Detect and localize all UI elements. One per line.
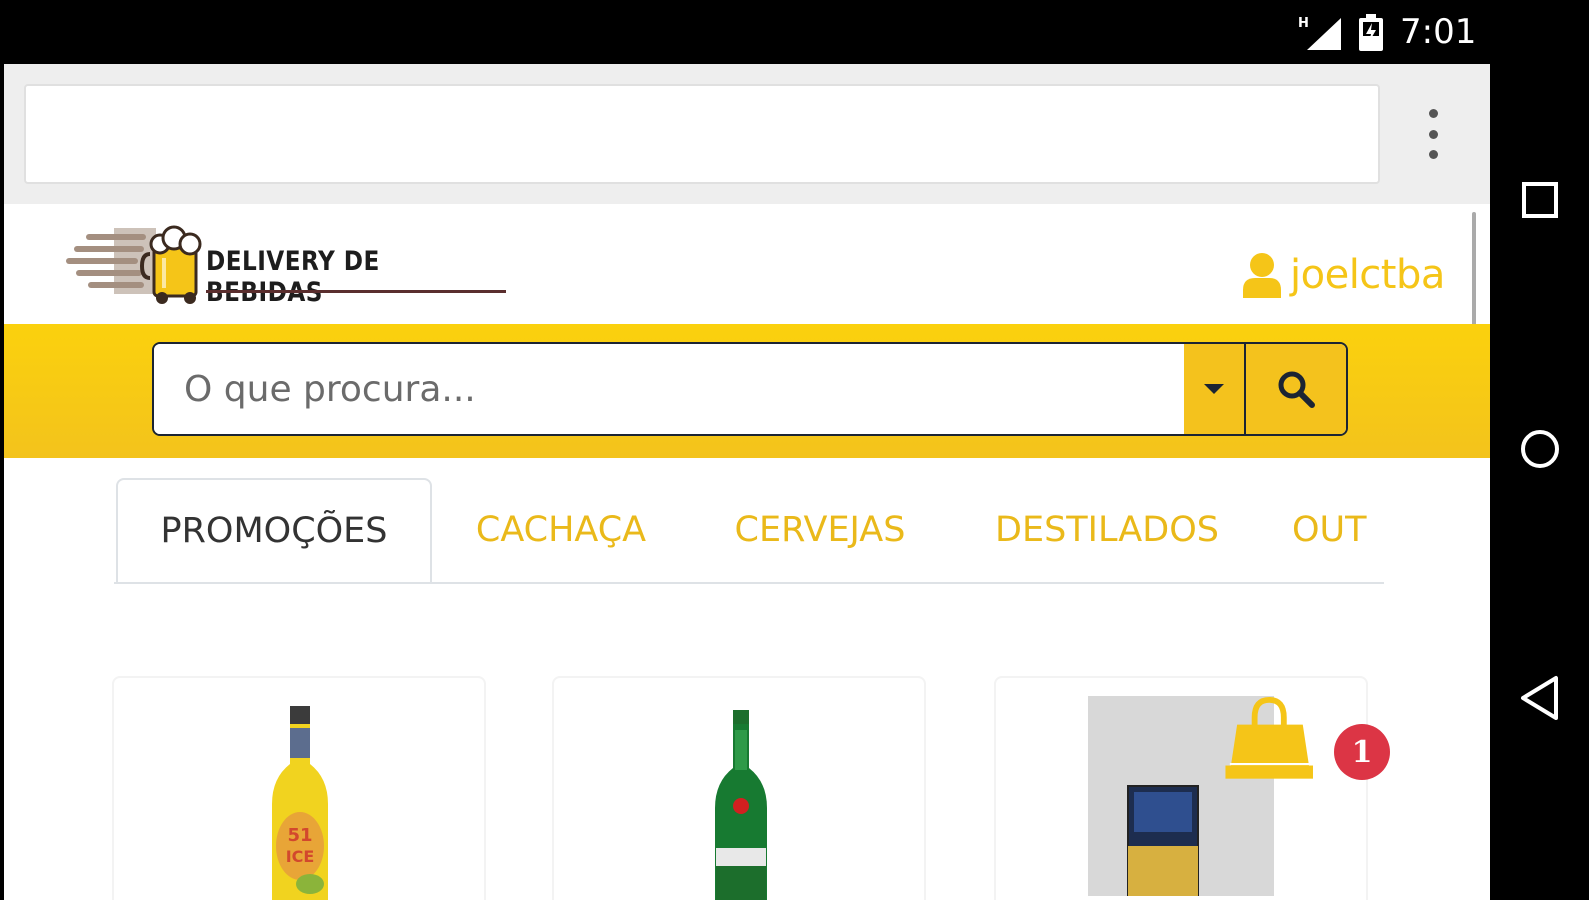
search-group	[152, 342, 1348, 436]
tab-cachaca[interactable]: CACHAÇA	[444, 478, 678, 582]
url-bar[interactable]	[24, 84, 1380, 184]
system-nav-bar	[1490, 64, 1589, 900]
tab-cervejas[interactable]: CERVEJAS	[700, 478, 940, 582]
logo-underline	[206, 290, 506, 293]
caret-down-icon	[1204, 384, 1224, 394]
signal-icon	[1307, 18, 1341, 50]
tab-outros[interactable]: OUT	[1274, 478, 1384, 582]
search-button[interactable]	[1246, 344, 1346, 434]
category-tabs: PROMOÇÕES CACHAÇA CERVEJAS DESTILADOS OU…	[114, 478, 1384, 584]
square-icon	[1521, 182, 1558, 218]
cart-count-badge: 1	[1334, 724, 1390, 780]
username: joelctba	[1290, 252, 1445, 298]
status-bar: H 7:01	[0, 0, 1589, 64]
home-button[interactable]	[1490, 399, 1589, 499]
tab-promocoes[interactable]: PROMOÇÕES	[116, 478, 432, 582]
tab-destilados[interactable]: DESTILADOS	[962, 478, 1252, 582]
beer-mug-icon	[66, 225, 202, 304]
search-input[interactable]	[154, 344, 1184, 434]
svg-text:51: 51	[287, 825, 312, 846]
circle-icon	[1520, 430, 1559, 468]
page-scrollbar[interactable]	[1472, 212, 1476, 338]
browser-toolbar	[4, 64, 1490, 204]
green-bottle-image	[715, 710, 767, 900]
product-card[interactable]: 51 ICE	[112, 676, 486, 900]
browser-screen: DELIVERY DE BEBIDAS joelctba O que procu…	[4, 64, 1490, 900]
product-card[interactable]	[552, 676, 926, 900]
category-dropdown-button[interactable]	[1184, 344, 1246, 434]
yellow-bottle-image: 51 ICE	[272, 706, 328, 900]
overflow-menu-icon[interactable]	[1420, 109, 1446, 159]
shopping-bag-icon[interactable]	[1224, 678, 1348, 802]
svg-text:ICE: ICE	[286, 847, 315, 866]
logo-text: DELIVERY DE BEBIDAS	[206, 246, 380, 308]
site-header: DELIVERY DE BEBIDAS joelctba	[4, 204, 1490, 324]
logo[interactable]: DELIVERY DE BEBIDAS	[66, 224, 516, 308]
search-band	[4, 324, 1490, 458]
user-account-link[interactable]: joelctba	[1242, 252, 1445, 298]
clock: 7:01	[1400, 12, 1477, 52]
user-icon	[1243, 253, 1281, 298]
battery-icon	[1359, 14, 1383, 51]
recent-apps-button[interactable]	[1490, 150, 1589, 250]
back-button[interactable]	[1490, 648, 1589, 748]
search-icon	[1278, 371, 1315, 408]
triangle-back-icon	[1520, 676, 1558, 720]
